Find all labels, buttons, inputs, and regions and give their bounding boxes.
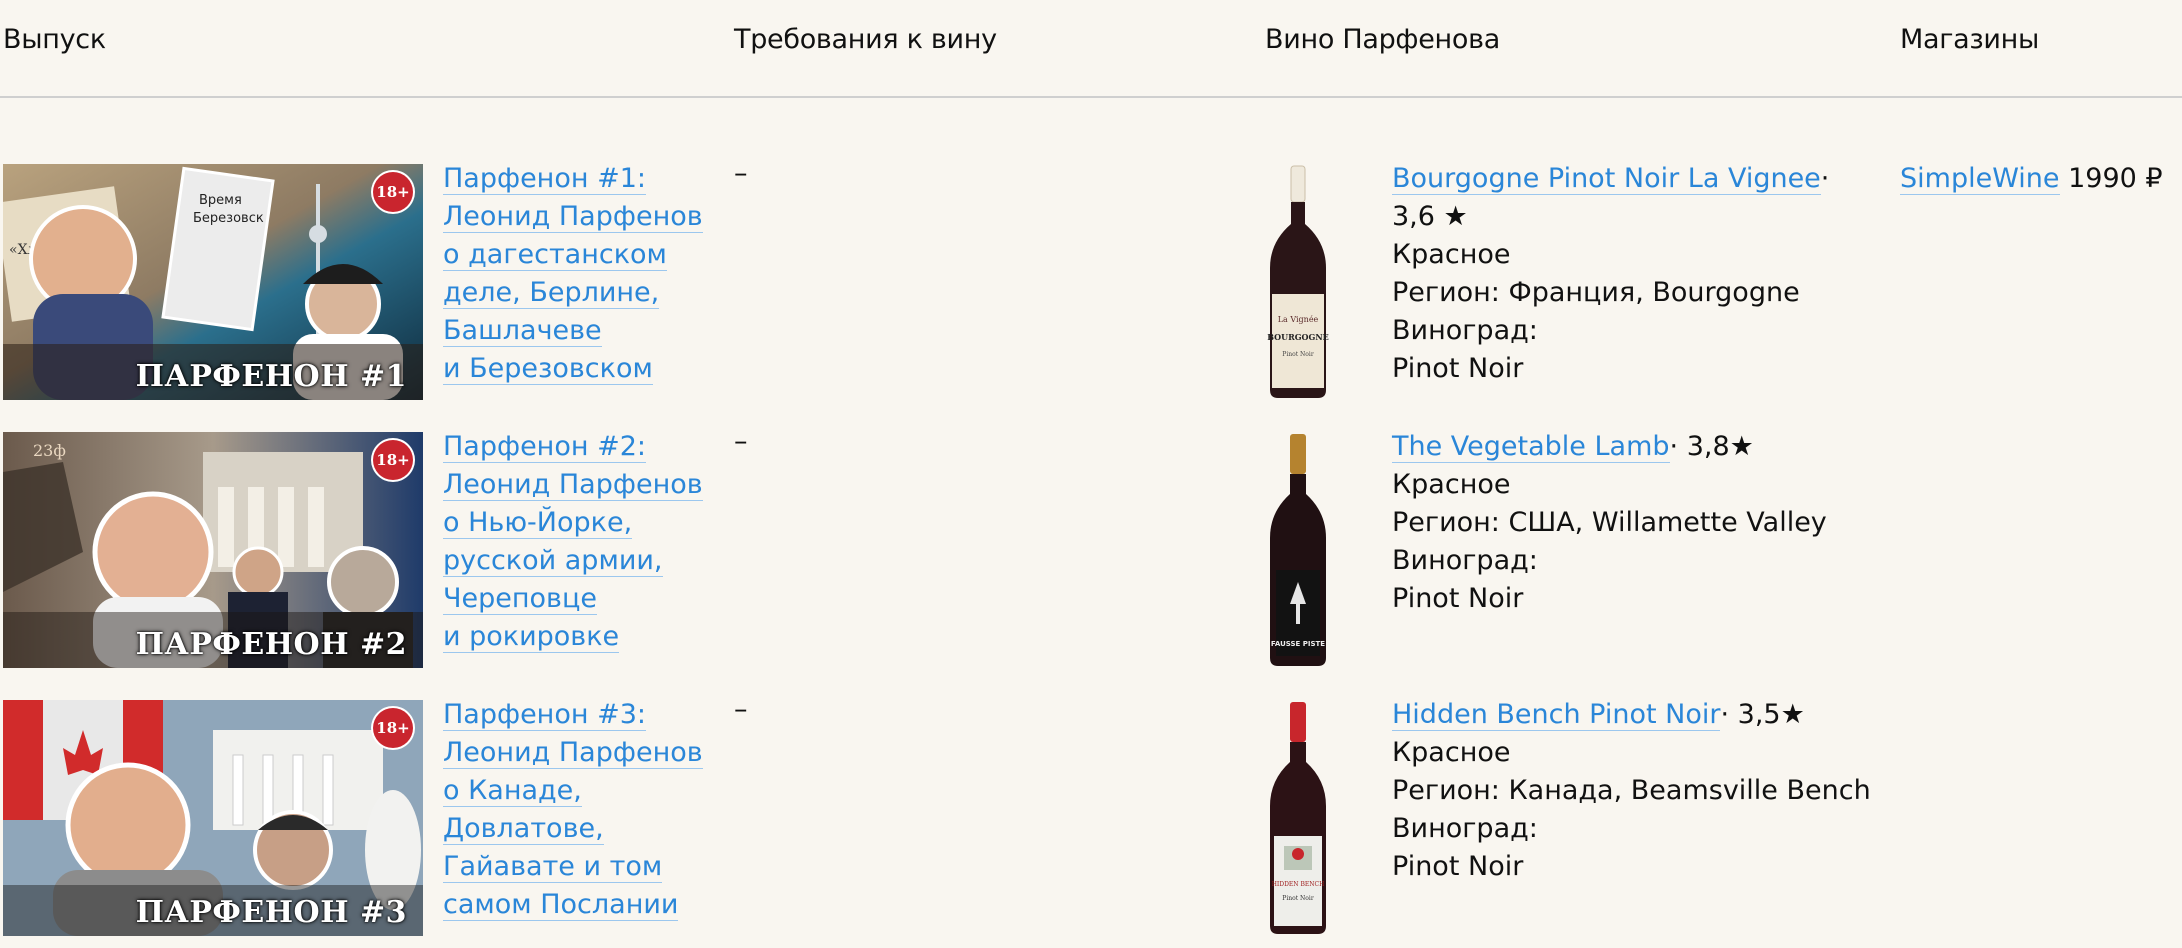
wine-color: Красное — [1392, 737, 1511, 768]
wine-region: Регион: Канада, Beamsville Bench — [1392, 775, 1871, 806]
episode-link-line: Гайавате и том — [443, 851, 663, 883]
wine-grape-label: Виноград: — [1392, 315, 1538, 346]
shop-price: 1990 ₽ — [2068, 163, 2163, 194]
table-row: 23ф 18+ ПАРФЕНОН #2 Парфенон #2: Леонид … — [0, 426, 2182, 680]
wine-name-link[interactable]: The Vegetable Lamb — [1392, 431, 1670, 463]
wine-requirements: – — [734, 426, 748, 457]
episode-link[interactable]: Парфенон #1: Леонид Парфенов о дагестанс… — [443, 160, 713, 388]
episode-link-line: Башлачеве — [443, 315, 602, 347]
thumbnail-title: ПАРФЕНОН #2 — [135, 627, 407, 662]
wine-bottle-image: HIDDEN BENCH Pinot Noir — [1262, 700, 1334, 936]
shop-info: SimpleWine 1990 ₽ — [1900, 160, 2163, 198]
age-rating-badge: 18+ — [373, 172, 413, 212]
episode-link-line: Парфенон #1: — [443, 163, 646, 195]
wine-grape-label: Виноград: — [1392, 813, 1538, 844]
wine-bottle-image: FAUSSE PISTE — [1262, 432, 1334, 668]
table-row: 18+ ПАРФЕНОН #3 Парфенон #3: Леонид Парф… — [0, 694, 2182, 948]
wine-grape: Pinot Noir — [1392, 353, 1524, 384]
column-header-wine: Вино Парфенова — [1265, 24, 1500, 55]
column-header-shops: Магазины — [1900, 24, 2040, 55]
wine-color: Красное — [1392, 469, 1511, 500]
episode-thumbnail[interactable]: 18+ ПАРФЕНОН #3 — [3, 700, 423, 936]
episode-link-line: Леонид Парфенов — [443, 469, 703, 501]
svg-text:FAUSSE PISTE: FAUSSE PISTE — [1271, 640, 1325, 648]
episode-link-line: Парфенон #3: — [443, 699, 646, 731]
episode-link-line: о дагестанском — [443, 239, 667, 271]
table-header: Выпуск Требования к вину Вино Парфенова … — [0, 0, 2182, 98]
wine-info: The Vegetable Lamb· 3,8★ Красное Регион:… — [1392, 428, 1872, 618]
episode-link-line: Парфенон #2: — [443, 431, 646, 463]
episode-link-line: Довлатове, — [443, 813, 604, 845]
episode-link-line: русской армии, — [443, 545, 663, 577]
wine-grape: Pinot Noir — [1392, 851, 1524, 882]
wine-requirements: – — [734, 694, 748, 725]
svg-text:23ф: 23ф — [33, 441, 66, 460]
wine-color: Красное — [1392, 239, 1511, 270]
episode-thumbnail[interactable]: 23ф 18+ ПАРФЕНОН #2 — [3, 432, 423, 668]
wine-rating: · 3,5★ — [1720, 699, 1805, 730]
wine-grape: Pinot Noir — [1392, 583, 1524, 614]
wine-info: Bourgogne Pinot Noir La Vignee· 3,6 ★ Кр… — [1392, 160, 1872, 388]
episode-link-line: Леонид Парфенов — [443, 737, 703, 769]
shop-link[interactable]: SimpleWine — [1900, 163, 2060, 195]
table-row: «Хлопк Время Березовск 18+ ПАРФЕНОН #1 П… — [0, 158, 2182, 412]
wine-info: Hidden Bench Pinot Noir· 3,5★ Красное Ре… — [1392, 696, 1872, 886]
svg-text:HIDDEN BENCH: HIDDEN BENCH — [1272, 881, 1325, 888]
age-rating-badge: 18+ — [373, 440, 413, 480]
episode-link-line: о Нью-Йорке, — [443, 507, 633, 539]
svg-text:Березовск: Березовск — [193, 211, 264, 226]
episode-link-line: и рокировке — [443, 621, 620, 653]
episode-link[interactable]: Парфенон #3: Леонид Парфенов о Канаде, Д… — [443, 696, 713, 924]
wine-rating: · 3,8★ — [1669, 431, 1754, 462]
episode-thumbnail[interactable]: «Хлопк Время Березовск 18+ ПАРФЕНОН #1 — [3, 164, 423, 400]
svg-text:La Vignée: La Vignée — [1278, 315, 1319, 324]
svg-text:Pinot Noir: Pinot Noir — [1282, 351, 1314, 358]
thumbnail-title: ПАРФЕНОН #3 — [135, 895, 407, 930]
wine-name-link[interactable]: Hidden Bench Pinot Noir — [1392, 699, 1721, 731]
episode-link-line: Леонид Парфенов — [443, 201, 703, 233]
svg-text:Время: Время — [199, 193, 242, 208]
episode-link-line: самом Послании — [443, 889, 679, 921]
wine-bottle-image: La Vignée BOURGOGNE Pinot Noir — [1262, 164, 1334, 400]
episode-link-line: о Канаде, — [443, 775, 582, 807]
wine-name-link[interactable]: Bourgogne Pinot Noir La Vignee — [1392, 163, 1821, 195]
thumbnail-title: ПАРФЕНОН #1 — [135, 359, 407, 394]
column-header-issue: Выпуск — [3, 24, 106, 55]
wine-region: Регион: США, Willamette Valley — [1392, 507, 1827, 538]
svg-text:BOURGOGNE: BOURGOGNE — [1267, 332, 1329, 342]
episode-link-line: Череповце — [443, 583, 597, 615]
age-rating-badge: 18+ — [373, 708, 413, 748]
wine-grape-label: Виноград: — [1392, 545, 1538, 576]
column-header-requirements: Требования к вину — [734, 24, 997, 55]
svg-text:Pinot Noir: Pinot Noir — [1282, 895, 1314, 902]
episode-link-line: и Березовском — [443, 353, 653, 385]
wine-region: Регион: Франция, Bourgogne — [1392, 277, 1800, 308]
wine-requirements: – — [734, 158, 748, 189]
episode-link-line: деле, Берлине, — [443, 277, 660, 309]
episode-link[interactable]: Парфенон #2: Леонид Парфенов о Нью-Йорке… — [443, 428, 713, 656]
